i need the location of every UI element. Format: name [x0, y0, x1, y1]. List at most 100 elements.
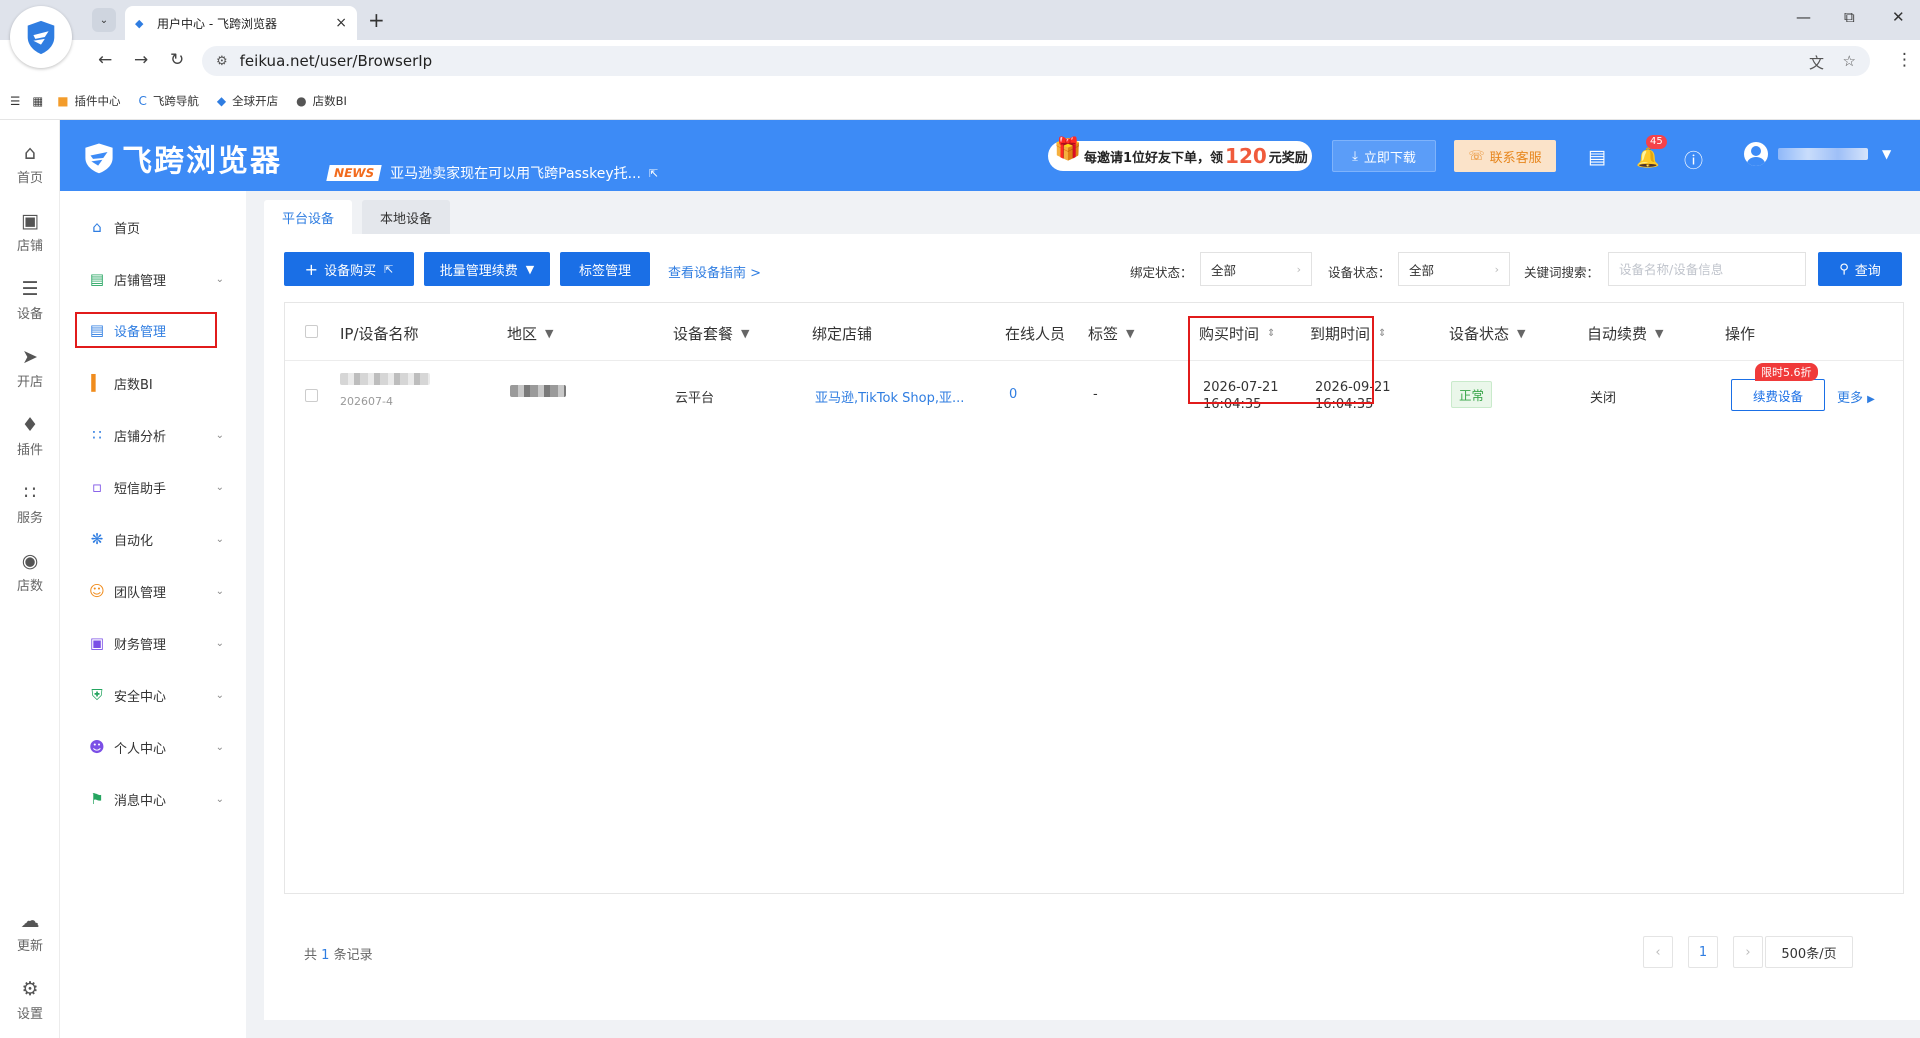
col-label: 设备状态: [1449, 325, 1510, 343]
prev-page-button[interactable]: ‹: [1643, 936, 1673, 968]
bookmark-item[interactable]: ■ 插件中心: [57, 93, 120, 109]
tab-close-button[interactable]: ×: [335, 15, 347, 31]
bookmark-item[interactable]: ● 店数BI: [296, 93, 347, 109]
sidebar-item-store-management[interactable]: ▤ 店铺管理 ⌄: [60, 261, 246, 297]
sort-icon[interactable]: ⇕: [1378, 328, 1386, 339]
row-checkbox[interactable]: [305, 389, 318, 402]
bind-status-value: 全部: [1211, 262, 1237, 278]
device-status-select[interactable]: 全部 ›: [1398, 252, 1510, 286]
total-prefix: 共: [304, 948, 318, 963]
sidebar-item-sms[interactable]: ▫ 短信助手 ⌄: [60, 469, 246, 505]
sidebar-item-label: 个人中心: [114, 741, 167, 757]
grid-icon: ∷: [23, 482, 37, 504]
page-number-button[interactable]: 1: [1688, 936, 1718, 968]
device-ip-cell: 202607-4: [340, 373, 430, 408]
bound-store-link[interactable]: 亚马逊,TikTok Shop,亚...: [815, 387, 964, 406]
rail-label: 首页: [16, 171, 43, 186]
page-size-select[interactable]: 500条/页: [1765, 936, 1853, 968]
bookmark-star-icon[interactable]: ☆: [1843, 52, 1856, 70]
device-status-label: 设备状态：: [1328, 265, 1391, 280]
rail-label: 设备: [16, 307, 43, 322]
batch-renew-button[interactable]: 批量管理续费 ▼: [424, 252, 550, 286]
rail-item-device[interactable]: ☰ 设备: [0, 278, 60, 322]
rail-item-update[interactable]: ☁ 更新: [0, 910, 60, 954]
rail-item-open-shop[interactable]: ➤ 开店: [0, 346, 60, 390]
rail-item-store[interactable]: ▣ 店铺: [0, 210, 60, 254]
bell-icon[interactable]: 🔔: [1636, 146, 1660, 169]
col-label: 自动续费: [1587, 325, 1648, 343]
bookmark-item[interactable]: ◆ 全球开店: [217, 93, 278, 109]
device-table: IP/设备名称 地区 ▼ 设备套餐 ▼ 绑定店铺 在线人员 标签 ▼ 购买时间 ⇕ 到期…: [284, 302, 1904, 894]
help-icon[interactable]: ⓘ: [1684, 146, 1703, 173]
store-icon: ▣: [21, 210, 39, 232]
sidebar-item-messages[interactable]: ⚑ 消息中心 ⌄: [60, 781, 246, 817]
translate-icon[interactable]: 文: [1809, 52, 1824, 73]
buy-device-button[interactable]: + 设备购买 ⇱: [284, 252, 414, 286]
headset-icon: ☏: [1468, 148, 1485, 164]
brand-logo[interactable]: 飞跨浏览器: [82, 136, 282, 180]
site-info-icon[interactable]: ⚙: [216, 54, 228, 69]
document-icon[interactable]: ▤: [1588, 146, 1606, 168]
sidebar-toggle-icon[interactable]: ☰: [10, 94, 20, 108]
filter-icon[interactable]: ▼: [1655, 327, 1663, 340]
keyword-search-input[interactable]: [1608, 252, 1806, 286]
browser-tab[interactable]: ◆ 用户中心 - 飞跨浏览器 ×: [125, 6, 357, 40]
sidebar-item-bi[interactable]: ▍ 店数BI: [60, 365, 246, 401]
invite-banner[interactable]: 🎁 每邀请1位好友下单，领 120 元奖励: [1048, 137, 1312, 171]
download-button[interactable]: ⤓ 立即下载: [1332, 140, 1436, 172]
sidebar-item-profile[interactable]: ☻ 个人中心 ⌄: [60, 729, 246, 765]
online-count-link[interactable]: 0: [1009, 387, 1017, 402]
sidebar-item-security[interactable]: ⛨ 安全中心 ⌄: [60, 677, 246, 713]
filter-icon[interactable]: ▼: [1126, 327, 1134, 340]
apps-icon[interactable]: ▦: [32, 94, 43, 108]
url-text: feikua.net/user/BrowserIp: [239, 52, 433, 70]
sidebar-item-finance[interactable]: ▣ 财务管理 ⌄: [60, 625, 246, 661]
external-link-icon: ⇱: [384, 262, 394, 276]
sidebar-item-automation[interactable]: ❋ 自动化 ⌄: [60, 521, 246, 557]
close-window-icon[interactable]: ✕: [1892, 8, 1905, 26]
news-ticker[interactable]: NEWS 亚马逊卖家现在可以用飞跨Passkey托... ⇱: [326, 163, 658, 183]
bookmark-item[interactable]: C 飞跨导航: [139, 93, 199, 109]
rail-item-home[interactable]: ⌂ 首页: [0, 142, 60, 186]
minimize-icon[interactable]: —: [1796, 8, 1811, 26]
keyword-label: 关键词搜索：: [1524, 265, 1600, 280]
renew-device-button[interactable]: 续费设备: [1731, 379, 1825, 411]
rail-item-services[interactable]: ∷ 服务: [0, 482, 60, 526]
sidebar-item-store-analysis[interactable]: ∷ 店铺分析 ⌄: [60, 417, 246, 453]
device-guide-link[interactable]: 查看设备指南 >: [668, 262, 761, 281]
batch-renew-label: 批量管理续费: [439, 263, 518, 279]
tag-management-button[interactable]: 标签管理: [560, 252, 650, 286]
new-tab-button[interactable]: +: [368, 8, 385, 32]
rail-item-settings[interactable]: ⚙ 设置: [0, 978, 60, 1022]
filter-icon[interactable]: ▼: [1517, 327, 1525, 340]
reload-icon[interactable]: ↻: [170, 50, 184, 70]
user-menu[interactable]: ▼: [1744, 142, 1891, 166]
invite-amount: 120: [1225, 144, 1267, 168]
next-page-button[interactable]: ›: [1733, 936, 1763, 968]
device-name-sub: 202607-4: [340, 395, 393, 408]
query-button[interactable]: ⚲ 查询: [1818, 252, 1902, 286]
rail-item-bi[interactable]: ◉ 店数: [0, 550, 60, 594]
download-icon: ⤓: [1352, 148, 1358, 164]
forward-icon[interactable]: →: [134, 50, 148, 70]
address-bar[interactable]: ⚙ feikua.net/user/BrowserIp 文 ☆: [202, 46, 1870, 76]
contact-service-button[interactable]: ☏ 联系客服: [1454, 140, 1556, 172]
browser-menu-icon[interactable]: ⋮: [1896, 50, 1913, 70]
back-icon[interactable]: ←: [98, 50, 112, 70]
tab-local-devices[interactable]: 本地设备: [362, 200, 451, 234]
tab-platform-devices[interactable]: 平台设备: [264, 200, 353, 234]
sidebar-item-device-management[interactable]: ▤ 设备管理: [75, 312, 217, 348]
discount-badge: 限时5.6折: [1755, 363, 1818, 381]
tab-search-button[interactable]: ⌄: [92, 8, 116, 32]
more-actions-link[interactable]: 更多 ▶: [1837, 387, 1875, 406]
message-icon: ▫: [91, 478, 103, 496]
filter-icon[interactable]: ▼: [741, 327, 749, 340]
restore-icon[interactable]: ⧉: [1844, 8, 1855, 26]
sidebar-item-team[interactable]: ☺ 团队管理 ⌄: [60, 573, 246, 609]
sidebar-item-home[interactable]: ⌂ 首页: [60, 209, 246, 245]
select-all-checkbox[interactable]: [305, 325, 318, 338]
filter-icon[interactable]: ▼: [545, 327, 553, 340]
col-auto-renew: 自动续费 ▼: [1587, 323, 1663, 344]
rail-item-plugins[interactable]: ♦ 插件: [0, 414, 60, 458]
bind-status-select[interactable]: 全部 ›: [1200, 252, 1312, 286]
